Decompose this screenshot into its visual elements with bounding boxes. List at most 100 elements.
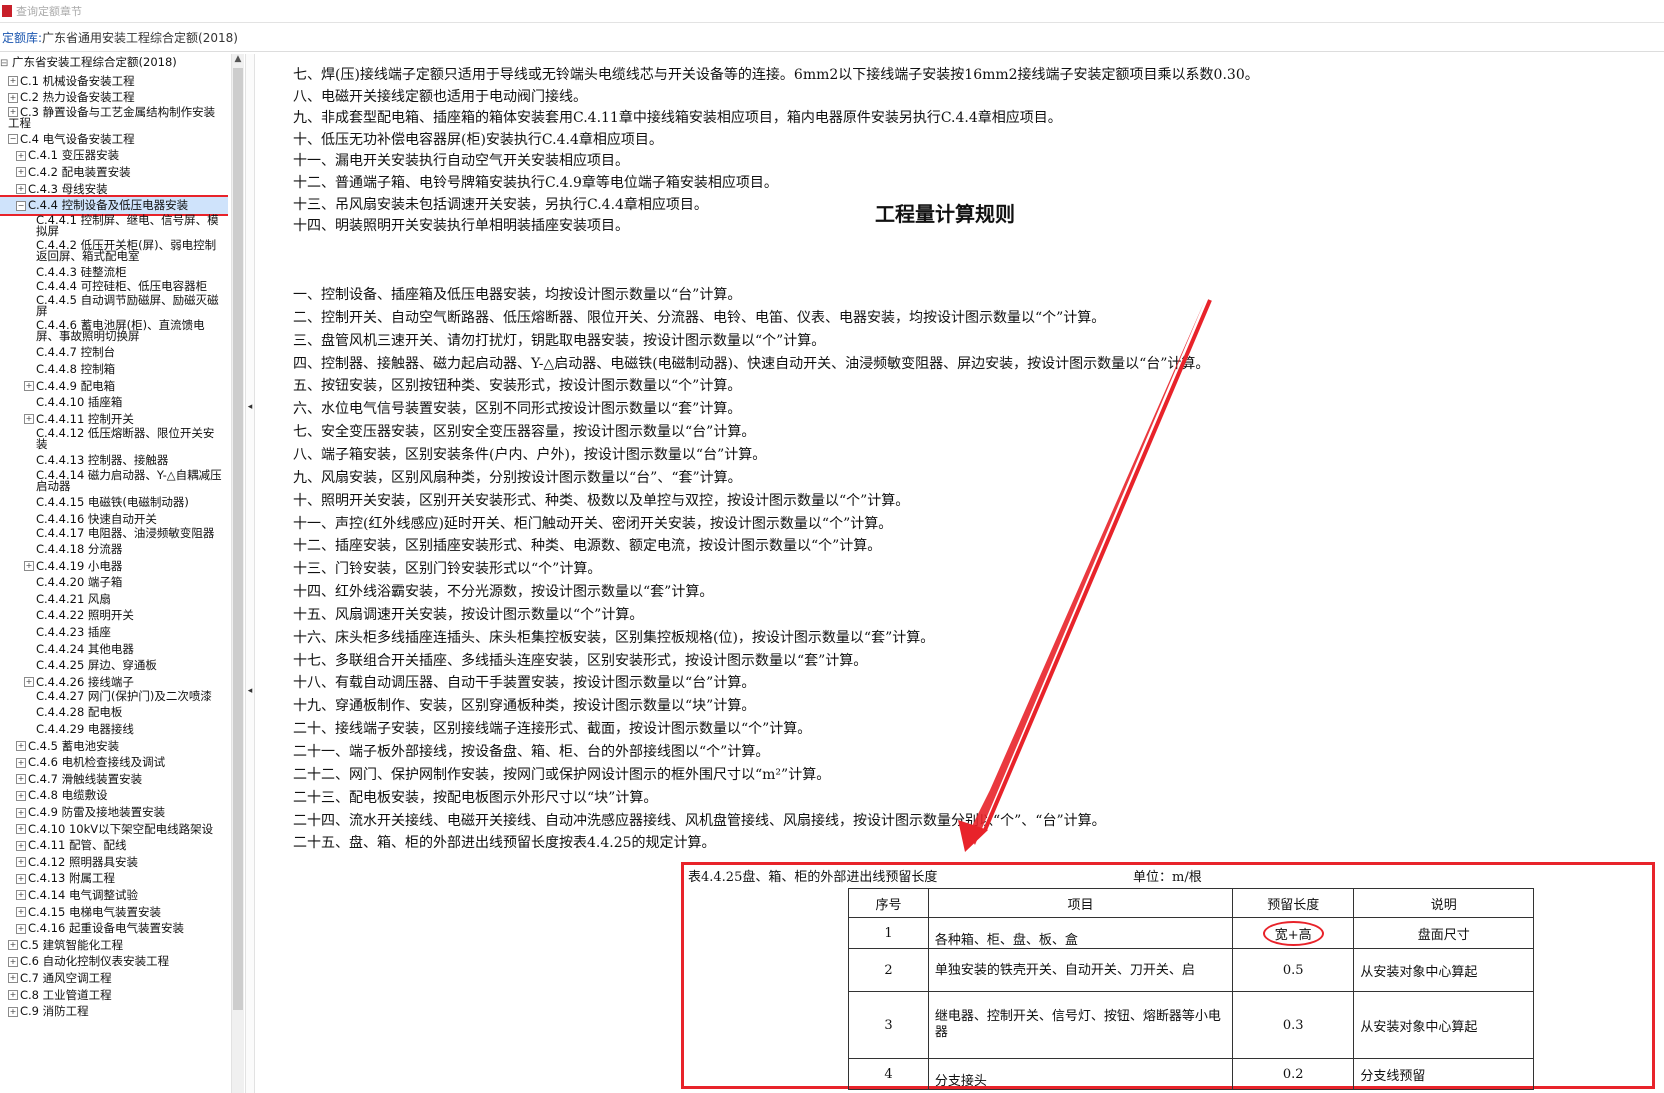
expand-icon[interactable]: +	[24, 381, 34, 392]
expand-icon[interactable]: +	[8, 1006, 18, 1017]
tree-item[interactable]: C.4.4.14 磁力启动器、Y-△自耦减压启动器	[0, 469, 222, 494]
tree-item[interactable]: + C.4.13 附属工程	[0, 870, 228, 887]
tree-item[interactable]: C.4.4.23 插座	[0, 624, 228, 641]
chevron-up-icon[interactable]: ▲	[232, 54, 244, 68]
tree-item[interactable]: + C.4.9 防雷及接地装置安装	[0, 804, 228, 821]
tree-item[interactable]: C.4.4.4 可控硅柜、低压电容器柜	[0, 280, 222, 294]
chevron-left-icon[interactable]: ◂	[246, 686, 254, 696]
expand-icon[interactable]: +	[16, 873, 26, 884]
tree-item[interactable]: + C.4.12 照明器具安装	[0, 854, 228, 871]
tree-item[interactable]: C.4.4.5 自动调节励磁屏、励磁灭磁屏	[0, 294, 222, 319]
tree-item[interactable]: C.4.4.12 低压熔断器、限位开关安装	[0, 427, 222, 452]
note-line: 十、低压无功补偿电容器屏(柜)安装执行C.4.4章相应项目。	[293, 131, 663, 148]
library-name[interactable]: 广东省通用安装工程综合定额(2018)	[42, 29, 238, 46]
tree-item-selected[interactable]: − C.4.4 控制设备及低压电器安装	[0, 195, 228, 216]
tree-item[interactable]: C.4.4.17 电阻器、油浸频敏变阻器	[0, 527, 222, 541]
tree-item[interactable]: C.4.4.21 风扇	[0, 591, 228, 608]
expand-icon[interactable]: +	[16, 890, 26, 901]
note-line: 九、非成套型配电箱、插座箱的箱体安装套用C.4.11章中接线箱安装相应项目，箱内…	[293, 110, 1062, 127]
tree-item[interactable]: C.4.4.27 网门(保护门)及二次喷漆	[0, 690, 222, 704]
tree-item[interactable]: + C.5 建筑智能化工程	[0, 937, 228, 954]
expand-icon[interactable]: +	[24, 561, 34, 572]
tree-item[interactable]: C.4.4.18 分流器	[0, 541, 228, 558]
tree-item-label: C.4.4.25 屏边、穿通板	[36, 658, 157, 673]
tree-item[interactable]: C.4.4.25 屏边、穿通板	[0, 657, 228, 674]
tree-item[interactable]: C.4.4.3 硅整流柜	[0, 264, 228, 281]
panel-splitter[interactable]: ◂ ◂	[245, 54, 255, 1093]
expand-icon[interactable]: +	[8, 973, 18, 984]
tree-item[interactable]: + C.4.5 蓄电池安装	[0, 738, 228, 755]
tree-item[interactable]: + C.4.2 配电装置安装	[0, 164, 228, 181]
tree-item[interactable]: C.4.4.28 配电板	[0, 704, 228, 721]
tree-item[interactable]: + C.3 静置设备与工艺金属结构制作安装工程	[0, 106, 222, 131]
rule-line: 六、水位电气信号装置安装，区别不同形式按设计图示数量以“套”计算。	[293, 401, 742, 418]
table-cell: 分支线预留	[1353, 1058, 1534, 1090]
tree-item[interactable]: + C.4.7 滑触线装置安装	[0, 771, 228, 788]
tree-item[interactable]: + C.4.4.9 配电箱	[0, 378, 228, 395]
tree-item[interactable]: + C.4.1 变压器安装	[0, 147, 228, 164]
tree-item[interactable]: + C.4.4.19 小电器	[0, 558, 228, 575]
tree-item[interactable]: C.4.4.24 其他电器	[0, 641, 228, 658]
tree-item[interactable]: C.4.4.7 控制台	[0, 344, 228, 361]
expand-icon[interactable]: +	[8, 76, 18, 87]
tree-item[interactable]: C.4.4.1 控制屏、继电、信号屏、模拟屏	[0, 214, 222, 239]
expand-icon[interactable]: +	[16, 923, 26, 934]
expand-icon[interactable]: +	[16, 857, 26, 868]
tree-item[interactable]: + C.4.11 配管、配线	[0, 837, 228, 854]
expand-icon[interactable]: +	[16, 167, 26, 178]
expand-icon[interactable]: +	[16, 184, 26, 195]
tree-root[interactable]: ⊟ 广东省安装工程综合定额(2018)	[0, 54, 228, 73]
expand-icon[interactable]: +	[8, 956, 18, 967]
tree-item[interactable]: + C.4.4.11 控制开关	[0, 411, 228, 428]
expand-icon[interactable]: +	[8, 92, 18, 103]
expand-icon[interactable]: +	[16, 907, 26, 918]
tree-item[interactable]: C.4.4.15 电磁铁(电磁制动器)	[0, 494, 228, 511]
expand-icon[interactable]: +	[16, 790, 26, 801]
tree-item[interactable]: C.4.4.10 插座箱	[0, 394, 228, 411]
tree-item[interactable]: + C.4.10 10kV以下架空配电线路架设	[0, 821, 228, 838]
tree-item[interactable]: C.4.4.13 控制器、接触器	[0, 452, 228, 469]
scrollbar-thumb[interactable]	[233, 68, 243, 1010]
tree-item[interactable]: C.4.4.20 端子箱	[0, 574, 228, 591]
expand-icon[interactable]: +	[24, 677, 34, 688]
tree-item[interactable]: C.4.4.22 照明开关	[0, 607, 228, 624]
expand-icon[interactable]: +	[8, 940, 18, 951]
tree-item[interactable]: + C.4.3 母线安装	[0, 181, 228, 198]
tree-item[interactable]: C.4.4.16 快速自动开关	[0, 511, 228, 528]
collapse-icon[interactable]: −	[16, 200, 26, 211]
tree-item[interactable]: + C.1 机械设备安装工程	[0, 73, 228, 90]
expand-icon[interactable]: +	[8, 990, 18, 1001]
collapse-icon[interactable]: ⊟	[0, 58, 8, 69]
expand-icon[interactable]: +	[16, 741, 26, 752]
expand-icon[interactable]: +	[16, 824, 26, 835]
tree-item[interactable]: C.4.4.6 蓄电池屏(柜)、直流馈电屏、事故照明切换屏	[0, 319, 222, 344]
tree-item[interactable]: + C.4.8 电缆敷设	[0, 787, 228, 804]
chapter-tree[interactable]: ⊟ 广东省安装工程综合定额(2018) + C.1 机械设备安装工程 + C.2 热力…	[0, 54, 228, 1093]
tree-item[interactable]: C.4.4.29 电器接线	[0, 721, 228, 738]
tree-item[interactable]: + C.4.6 电机检查接线及调试	[0, 754, 228, 771]
tree-scrollbar[interactable]: ▲	[231, 54, 244, 1093]
tree-item[interactable]: + C.4.16 起重设备电气装置安装	[0, 920, 228, 937]
tree-item[interactable]: C.4.4.8 控制箱	[0, 361, 228, 378]
expand-icon[interactable]: +	[16, 757, 26, 768]
tree-item[interactable]: + C.9 消防工程	[0, 1003, 228, 1020]
collapse-icon[interactable]: −	[8, 134, 18, 145]
tree-item[interactable]: + C.4.15 电梯电气装置安装	[0, 904, 228, 921]
tree-item[interactable]: + C.2 热力设备安装工程	[0, 89, 228, 106]
tree-item-label: C.4.4.29 电器接线	[36, 722, 134, 737]
expand-icon[interactable]: +	[16, 807, 26, 818]
tree-item[interactable]: + C.4.14 电气调整试验	[0, 887, 228, 904]
tree-item[interactable]: + C.7 通风空调工程	[0, 970, 228, 987]
rule-line: 五、按钮安装，区别按钮种类、安装形式，按设计图示数量以“个”计算。	[293, 378, 742, 395]
tree-item[interactable]: + C.8 工业管道工程	[0, 987, 228, 1004]
tree-item[interactable]: C.4.4.2 低压开关柜(屏)、弱电控制返回屏、箱式配电室	[0, 239, 222, 264]
tree-item[interactable]: − C.4 电气设备安装工程	[0, 131, 228, 148]
chevron-left-icon[interactable]: ◂	[246, 402, 254, 412]
expand-icon[interactable]: +	[16, 150, 26, 161]
expand-icon[interactable]: +	[16, 774, 26, 785]
expand-icon[interactable]: +	[24, 414, 34, 425]
tree-item[interactable]: + C.4.4.26 接线端子	[0, 674, 228, 691]
expand-icon[interactable]: +	[16, 840, 26, 851]
table-cell: 3	[848, 991, 929, 1059]
tree-item[interactable]: + C.6 自动化控制仪表安装工程	[0, 953, 228, 970]
